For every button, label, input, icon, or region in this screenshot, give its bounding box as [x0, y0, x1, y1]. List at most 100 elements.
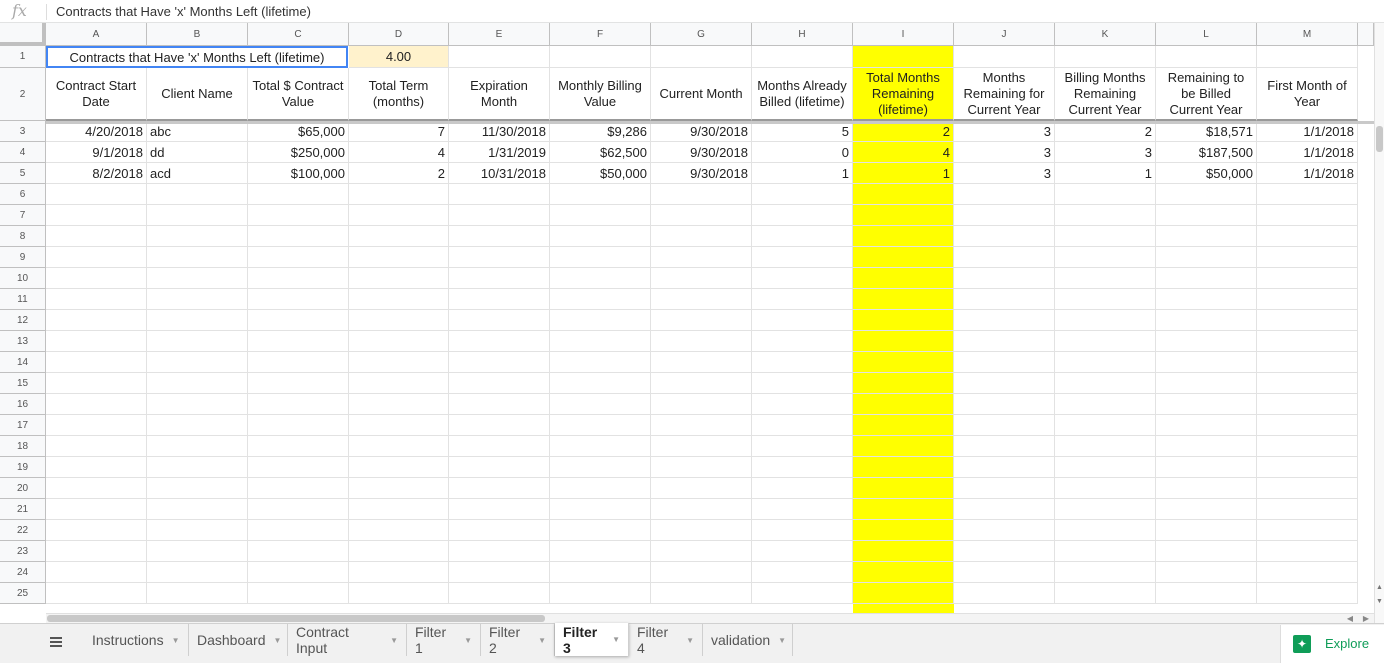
cell[interactable]	[954, 583, 1055, 604]
chevron-down-icon[interactable]: ▼	[172, 636, 180, 645]
row-header-15[interactable]: 15	[0, 373, 46, 394]
row-header-2[interactable]: 2	[0, 68, 46, 121]
chevron-down-icon[interactable]: ▼	[464, 636, 472, 645]
column-header-m[interactable]: M	[1257, 23, 1358, 46]
row1-title-cell[interactable]: Contracts that Have 'x' Months Left (lif…	[46, 46, 348, 68]
cell[interactable]	[1156, 331, 1257, 352]
cell[interactable]	[248, 289, 349, 310]
row-header-5[interactable]: 5	[0, 163, 46, 184]
cell[interactable]	[752, 541, 853, 562]
cell[interactable]	[550, 310, 651, 331]
column-header-e[interactable]: E	[449, 23, 550, 46]
data-cell[interactable]: 4	[349, 142, 449, 163]
cell[interactable]	[46, 562, 147, 583]
cell[interactable]	[449, 331, 550, 352]
cell[interactable]	[349, 541, 449, 562]
cell[interactable]	[550, 478, 651, 499]
cell[interactable]	[853, 562, 954, 583]
cell[interactable]	[248, 247, 349, 268]
cell[interactable]	[1257, 562, 1358, 583]
cell[interactable]	[1156, 247, 1257, 268]
cell[interactable]	[1257, 184, 1358, 205]
cell[interactable]	[449, 541, 550, 562]
cell[interactable]	[550, 184, 651, 205]
header-cell[interactable]: Client Name	[147, 68, 248, 121]
cell[interactable]	[449, 415, 550, 436]
cell[interactable]	[1156, 583, 1257, 604]
data-cell[interactable]: dd	[147, 142, 248, 163]
cell[interactable]	[1055, 541, 1156, 562]
cell[interactable]	[752, 268, 853, 289]
cell[interactable]	[147, 541, 248, 562]
data-cell[interactable]: 10/31/2018	[449, 163, 550, 184]
cell[interactable]	[349, 394, 449, 415]
cell[interactable]	[1257, 373, 1358, 394]
cell[interactable]	[954, 247, 1055, 268]
cell[interactable]	[349, 520, 449, 541]
cell[interactable]	[1257, 268, 1358, 289]
cell[interactable]	[349, 310, 449, 331]
cell[interactable]	[449, 247, 550, 268]
row-header-1[interactable]: 1	[0, 46, 46, 68]
cell[interactable]	[550, 457, 651, 478]
cell[interactable]	[449, 583, 550, 604]
cell[interactable]	[248, 457, 349, 478]
data-cell[interactable]: 1/1/2018	[1257, 163, 1358, 184]
column-header-a[interactable]: A	[46, 23, 147, 46]
cell[interactable]	[954, 226, 1055, 247]
cell[interactable]	[1156, 478, 1257, 499]
cell[interactable]	[147, 478, 248, 499]
cell[interactable]	[248, 499, 349, 520]
data-cell[interactable]: 3	[954, 142, 1055, 163]
cell[interactable]	[853, 289, 954, 310]
cell[interactable]	[46, 352, 147, 373]
cell[interactable]	[1156, 289, 1257, 310]
column-header-f[interactable]: F	[550, 23, 651, 46]
cell[interactable]	[1156, 415, 1257, 436]
cell[interactable]	[954, 289, 1055, 310]
cell[interactable]	[349, 352, 449, 373]
cell[interactable]	[449, 373, 550, 394]
cell[interactable]	[651, 499, 752, 520]
cell[interactable]	[954, 499, 1055, 520]
data-cell[interactable]: $18,571	[1156, 121, 1257, 142]
cell[interactable]	[752, 184, 853, 205]
cell[interactable]	[248, 394, 349, 415]
cell[interactable]	[349, 205, 449, 226]
cell[interactable]	[46, 247, 147, 268]
cell[interactable]	[752, 478, 853, 499]
cell[interactable]	[752, 352, 853, 373]
data-cell[interactable]: 5	[752, 121, 853, 142]
column-header-b[interactable]: B	[147, 23, 248, 46]
row-header-8[interactable]: 8	[0, 226, 46, 247]
row-header-4[interactable]: 4	[0, 142, 46, 163]
cell[interactable]	[1257, 331, 1358, 352]
cell[interactable]	[550, 247, 651, 268]
sheet-tab-filter-1[interactable]: Filter 1 ▼	[407, 624, 481, 656]
row-header-11[interactable]: 11	[0, 289, 46, 310]
cell[interactable]	[449, 268, 550, 289]
cell[interactable]	[853, 436, 954, 457]
cell[interactable]	[1156, 520, 1257, 541]
cell[interactable]	[1156, 541, 1257, 562]
cell[interactable]	[1156, 457, 1257, 478]
cell[interactable]	[147, 226, 248, 247]
cell[interactable]	[349, 583, 449, 604]
cell[interactable]	[954, 46, 1055, 68]
cell[interactable]	[550, 520, 651, 541]
cell[interactable]	[954, 436, 1055, 457]
data-cell[interactable]: 2	[349, 163, 449, 184]
data-cell[interactable]: 7	[349, 121, 449, 142]
cell[interactable]	[550, 373, 651, 394]
cell[interactable]	[147, 352, 248, 373]
row-header-13[interactable]: 13	[0, 331, 46, 352]
cell[interactable]	[449, 205, 550, 226]
cell[interactable]	[248, 226, 349, 247]
cell[interactable]	[752, 46, 853, 68]
cell[interactable]	[651, 373, 752, 394]
data-cell[interactable]: $250,000	[248, 142, 349, 163]
cell[interactable]	[1156, 184, 1257, 205]
cell[interactable]	[46, 478, 147, 499]
cell[interactable]	[651, 394, 752, 415]
header-cell[interactable]: Months Already Billed (lifetime)	[752, 68, 853, 121]
